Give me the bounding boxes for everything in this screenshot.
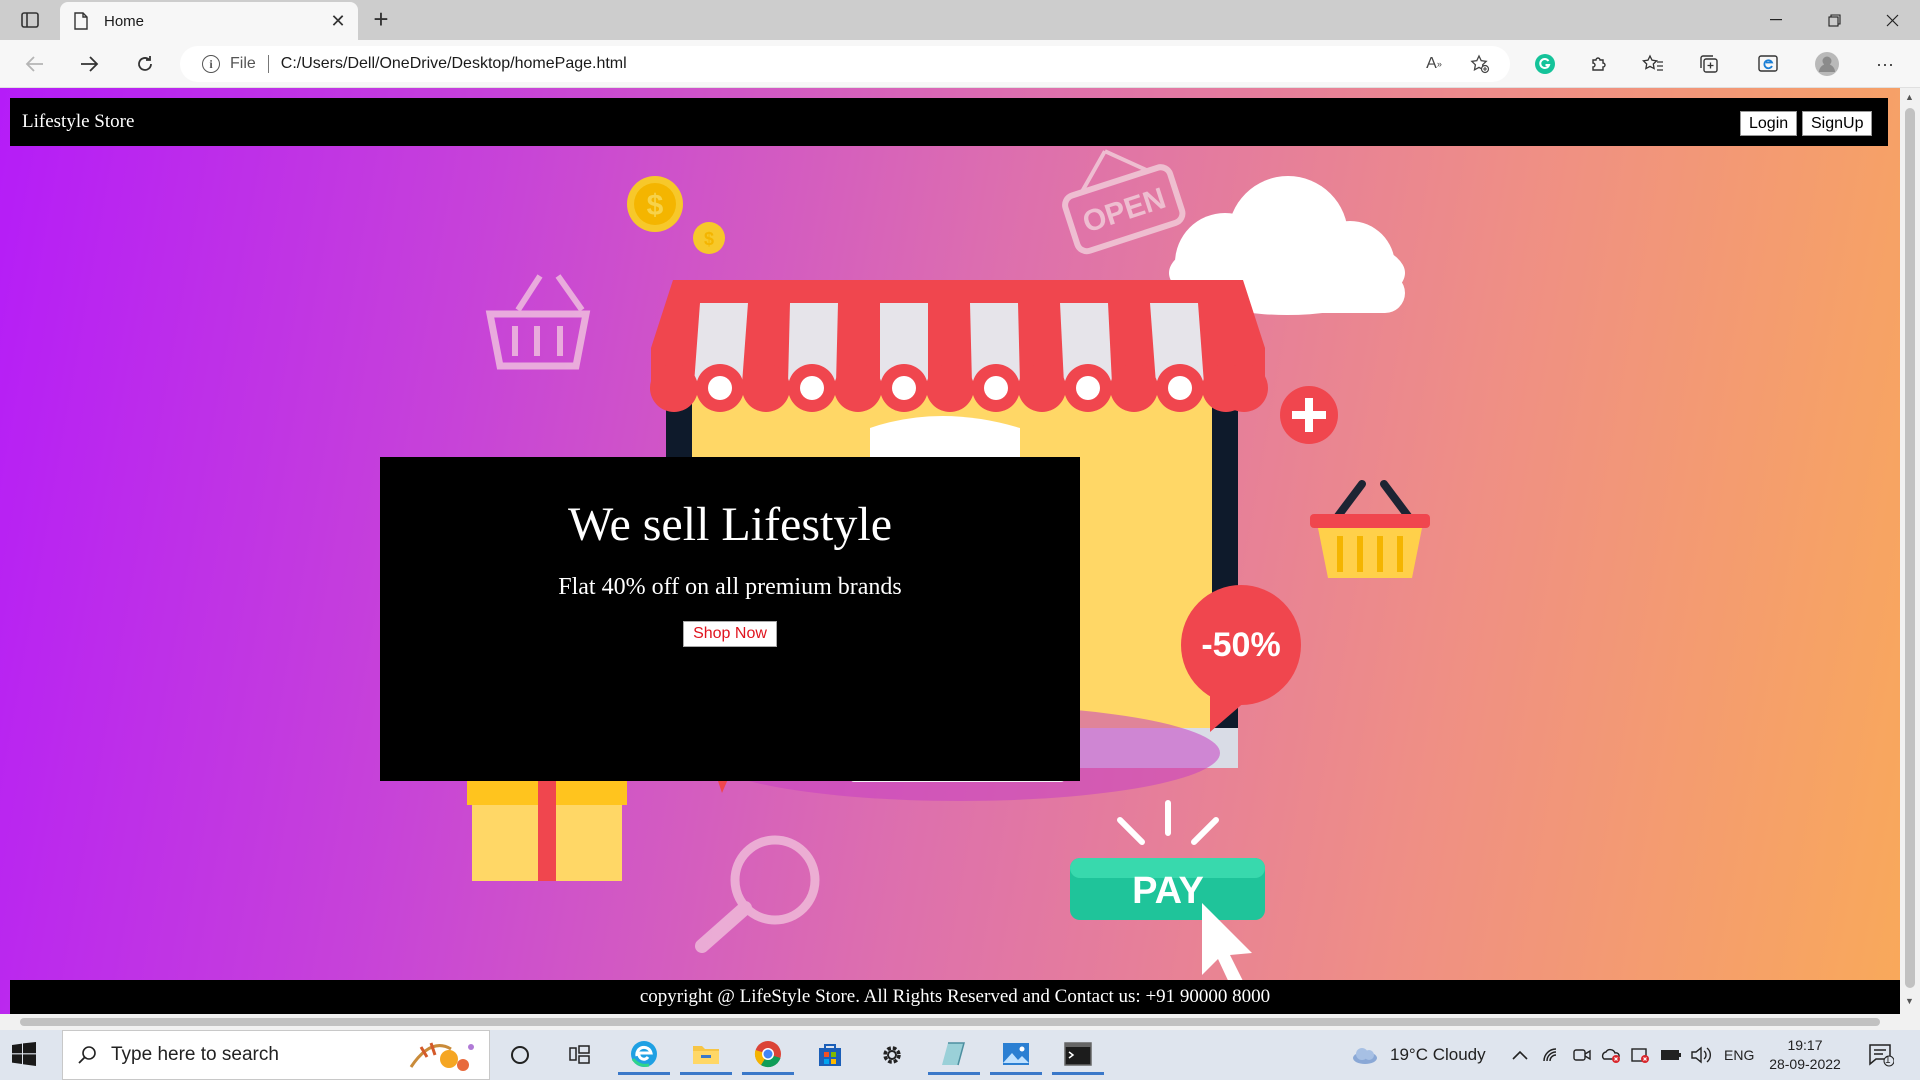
forward-button[interactable]	[72, 48, 106, 80]
notepad-icon[interactable]	[928, 1035, 980, 1075]
hero-banner: We sell Lifestyle Flat 40% off on all pr…	[380, 457, 1080, 781]
profile-avatar[interactable]	[1810, 48, 1844, 80]
settings-more-icon[interactable]: ···	[1868, 48, 1902, 80]
search-placeholder: Type here to search	[111, 1044, 279, 1065]
notification-center-icon[interactable]: 1	[1868, 1030, 1894, 1080]
ie-mode-icon[interactable]	[1752, 48, 1786, 80]
horizontal-scrollbar[interactable]	[0, 1014, 1900, 1030]
store-icon[interactable]	[804, 1035, 856, 1075]
small-coin-icon: $	[693, 222, 725, 254]
new-tab-button[interactable]: +	[366, 6, 396, 34]
browser-toolbar: i File C:/Users/Dell/OneDrive/Desktop/ho…	[0, 40, 1920, 88]
address-bar[interactable]: i File C:/Users/Dell/OneDrive/Desktop/ho…	[180, 46, 1510, 82]
show-hidden-icons-chevron[interactable]	[1512, 1030, 1528, 1080]
taskbar-search-box[interactable]: Type here to search	[62, 1030, 490, 1080]
favorites-icon[interactable]	[1636, 48, 1670, 80]
hero-title: We sell Lifestyle	[567, 498, 893, 551]
open-sign-icon: OPEN	[1062, 149, 1186, 255]
magnifier-icon	[695, 835, 820, 953]
refresh-button[interactable]	[128, 48, 162, 80]
read-aloud-icon[interactable]: A»	[1416, 46, 1452, 82]
minimize-button[interactable]	[1748, 0, 1804, 40]
terminal-icon[interactable]	[1052, 1035, 1104, 1075]
taskbar-clock[interactable]: 19:17 28-09-2022	[1765, 1036, 1845, 1074]
svg-text:$: $	[647, 189, 664, 222]
plus-badge-icon	[1280, 386, 1338, 444]
settings-gear-icon[interactable]	[866, 1035, 918, 1075]
browser-tab-home[interactable]: Home ✕	[60, 2, 358, 40]
scroll-down-icon[interactable]: ▼	[1905, 996, 1914, 1006]
collections-icon[interactable]	[1692, 48, 1726, 80]
cortana-icon[interactable]	[494, 1035, 546, 1075]
windows-start-icon[interactable]	[12, 1042, 38, 1068]
edge-taskbar-icon[interactable]	[618, 1035, 670, 1075]
cloud-weather-icon	[1353, 1048, 1377, 1064]
shop-awning	[650, 280, 1268, 412]
login-button[interactable]: Login	[1740, 111, 1798, 136]
svg-text:PAY: PAY	[1132, 870, 1204, 912]
windows-taskbar: Type here to search 19°C Cloudy ENG 19:1…	[0, 1030, 1920, 1080]
scrollbar-corner	[1900, 1014, 1920, 1030]
close-tab-icon[interactable]: ✕	[328, 11, 348, 31]
weather-widget[interactable]: 19°C Cloudy	[1350, 1030, 1486, 1080]
network-icon[interactable]	[1542, 1030, 1562, 1080]
security-icon[interactable]	[1630, 1030, 1650, 1080]
battery-icon[interactable]	[1660, 1030, 1682, 1080]
weather-text: 19°C Cloudy	[1390, 1045, 1486, 1064]
info-icon[interactable]: i	[202, 55, 220, 73]
svg-text:-50%: -50%	[1201, 626, 1280, 664]
task-view-icon[interactable]	[554, 1035, 606, 1075]
hero-subtitle: Flat 40% off on all premium brands	[558, 574, 902, 600]
restore-button[interactable]	[1806, 0, 1862, 40]
tab-actions-icon[interactable]	[14, 8, 46, 32]
search-icon	[78, 1046, 96, 1064]
notification-count: 1	[1885, 1055, 1891, 1066]
shop-now-button[interactable]: Shop Now	[683, 621, 777, 647]
horizontal-scroll-thumb[interactable]	[20, 1018, 1880, 1026]
vertical-scroll-thumb[interactable]	[1905, 108, 1915, 988]
clock-time: 19:17	[1787, 1037, 1823, 1053]
vertical-scrollbar[interactable]: ▲ ▼	[1900, 88, 1920, 1014]
pay-button-graphic: PAY	[1070, 800, 1265, 989]
tab-title: Home	[104, 12, 145, 30]
input-language[interactable]: ENG	[1724, 1030, 1754, 1080]
document-icon	[74, 12, 88, 30]
search-highlight-icon	[409, 1042, 474, 1071]
url-separator	[267, 55, 269, 73]
volume-icon[interactable]	[1690, 1030, 1712, 1080]
browser-tab-bar: Home ✕ +	[0, 0, 1920, 40]
back-button[interactable]	[18, 48, 52, 80]
brand-logo-text[interactable]: Lifestyle Store	[22, 111, 134, 133]
file-explorer-icon[interactable]	[680, 1035, 732, 1075]
clock-date: 28-09-2022	[1769, 1056, 1841, 1072]
signup-button[interactable]: SignUp	[1802, 111, 1873, 136]
meet-now-icon[interactable]	[1572, 1030, 1592, 1080]
grammarly-extension-icon[interactable]	[1528, 48, 1562, 80]
add-favorite-icon[interactable]	[1462, 46, 1498, 82]
shopping-basket-icon	[1310, 480, 1430, 578]
onedrive-status-icon[interactable]	[1600, 1030, 1622, 1080]
gift-box-icon	[467, 779, 728, 881]
page-viewport: $ $ OPEN -50% PAY Lifestyle Store Login …	[0, 88, 1900, 1014]
close-window-button[interactable]	[1864, 0, 1920, 40]
url-text[interactable]: C:/Users/Dell/OneDrive/Desktop/homePage.…	[281, 55, 627, 73]
photos-icon[interactable]	[990, 1035, 1042, 1075]
chrome-icon[interactable]	[742, 1035, 794, 1075]
site-footer: copyright @ LifeStyle Store. All Rights …	[10, 980, 1900, 1014]
extensions-icon[interactable]	[1582, 48, 1616, 80]
basket-outline-icon	[485, 274, 591, 370]
url-scheme-label: File	[230, 55, 256, 72]
svg-text:$: $	[704, 229, 714, 249]
scroll-up-icon[interactable]: ▲	[1905, 92, 1914, 102]
coin-icon: $	[627, 176, 683, 232]
site-navbar: Lifestyle Store Login SignUp	[10, 98, 1888, 146]
